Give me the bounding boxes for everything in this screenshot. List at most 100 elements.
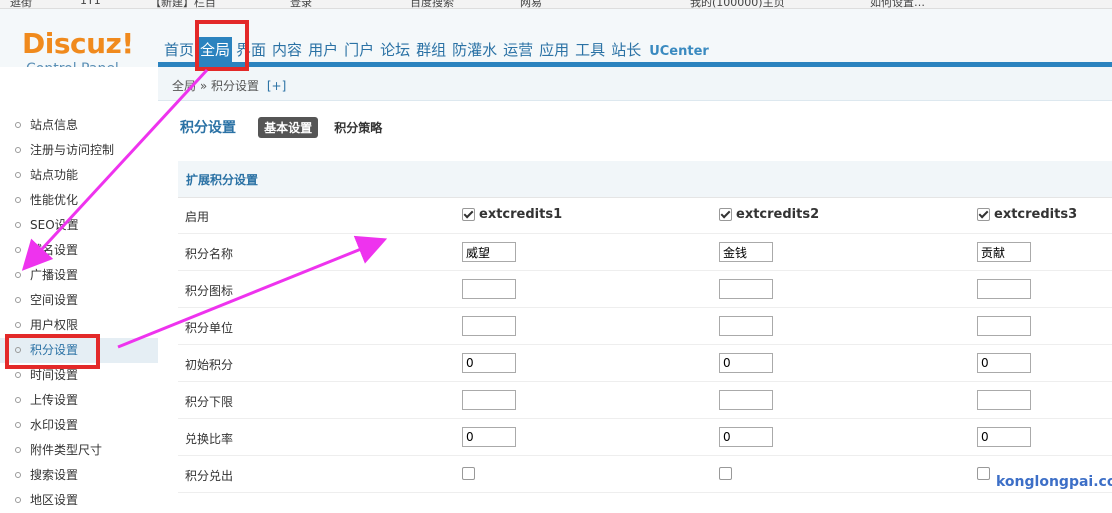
table-row: 积分图标 [178,271,1112,308]
bookmark-item[interactable]: 网易 [520,0,542,8]
sidebar-item-label: 注册与访问控制 [30,143,115,157]
bookmark-item[interactable]: 【新建】栏目 [150,0,216,8]
credits-settings-table: 启用 extcredits1 extcredits2 extcredits3 积分名称积… [178,197,1112,493]
sidebar-item[interactable]: 附件类型尺寸 [0,438,158,463]
table-cell [719,279,773,299]
table-row: 启用 extcredits1 extcredits2 extcredits3 [178,197,1112,234]
sidebar-item[interactable]: 空间设置 [0,288,158,313]
nav-item-10[interactable]: 应用 [537,37,571,63]
bookmark-item[interactable]: 如何设置… [870,0,925,8]
credit-text-input[interactable] [462,427,516,447]
bullet-icon [15,172,21,178]
logo-brand: Discuz! [22,27,134,60]
credit-text-input[interactable] [719,390,773,410]
row-label: 积分图标 [185,284,234,298]
credit-text-input[interactable] [977,390,1031,410]
credit-text-input[interactable] [719,427,773,447]
credit-text-input[interactable] [462,390,516,410]
nav-item-8[interactable]: 防灌水 [450,37,499,63]
row-label: 兑换比率 [185,432,234,446]
credit-text-input[interactable] [719,353,773,373]
breadcrumb-add-shortcut[interactable]: [+] [267,79,286,93]
bookmark-item[interactable]: 我的(100000)主页 [690,0,785,8]
sidebar-item[interactable]: 上传设置 [0,388,158,413]
tab-credit-policy[interactable]: 积分策略 [328,117,388,138]
table-cell [462,353,516,373]
table-cell [977,316,1031,336]
table-cell [977,390,1031,410]
sidebar-item[interactable]: 性能优化 [0,188,158,213]
credit-text-input[interactable] [719,279,773,299]
table-cell [719,466,732,481]
bookmark-item[interactable]: 百度搜索 [410,0,454,8]
enable-checkbox[interactable] [462,208,475,221]
credit-text-input[interactable] [462,353,516,373]
nav-item-11[interactable]: 工具 [573,37,607,63]
enable-checkbox[interactable] [719,208,732,221]
sidebar-item[interactable]: 用户权限 [0,313,158,338]
table-cell [462,316,516,336]
credit-text-input[interactable] [462,316,516,336]
nav-item-6[interactable]: 论坛 [378,37,412,63]
table-cell [462,279,516,299]
sidebar-item[interactable]: 站点信息 [0,113,158,138]
bullet-icon [15,272,21,278]
credit-text-input[interactable] [977,279,1031,299]
credit-text-input[interactable] [719,316,773,336]
nav-item-3[interactable]: 内容 [270,37,304,63]
sidebar-item[interactable]: 搜索设置 [0,463,158,488]
exchange-out-checkbox[interactable] [977,467,990,480]
credit-text-input[interactable] [462,279,516,299]
bullet-icon [15,397,21,403]
bullet-icon [15,197,21,203]
nav-item-4[interactable]: 用户 [306,37,340,63]
nav-item-0[interactable]: 首页 [162,37,196,63]
row-label: 启用 [185,210,210,224]
bookmark-item[interactable]: 登录 [290,0,312,8]
credit-text-input[interactable] [977,316,1031,336]
credit-text-input[interactable] [977,242,1031,262]
bookmark-item[interactable]: 逛街 [10,0,32,8]
watermark: konglongpai.com [996,474,1112,490]
table-cell [719,353,773,373]
section-header: 扩展积分设置 [178,161,1112,198]
table-row: 兑换比率 [178,419,1112,456]
breadcrumb-root[interactable]: 全局 [172,79,196,93]
credit-text-input[interactable] [977,427,1031,447]
nav-item-1[interactable]: 全局 [198,37,233,63]
nav-item-12[interactable]: 站长 [609,37,643,63]
sidebar-item[interactable]: 站点功能 [0,163,158,188]
bookmark-item[interactable]: 1Y1 [80,0,101,7]
exchange-out-checkbox[interactable] [462,467,475,480]
sidebar-item[interactable]: 地区设置 [0,488,158,513]
sidebar-item-label: 广播设置 [30,268,79,282]
bullet-icon [15,222,21,228]
credit-text-input[interactable] [977,353,1031,373]
enable-checkbox[interactable] [977,208,990,221]
table-row: 积分下限 [178,382,1112,419]
sidebar-item-label: 时间设置 [30,368,79,382]
sidebar-item[interactable]: 积分设置 [0,338,158,363]
credit-text-input[interactable] [462,242,516,262]
nav-item-7[interactable]: 群组 [414,37,448,63]
sidebar-item[interactable]: SEO设置 [0,213,158,238]
sidebar-item-label: 用户权限 [30,318,79,332]
sidebar-item-label: 搜索设置 [30,468,79,482]
sidebar-item[interactable]: 域名设置 [0,238,158,263]
nav-item-9[interactable]: 运营 [501,37,535,63]
bullet-icon [15,472,21,478]
breadcrumb-separator: » [199,79,208,93]
bullet-icon [15,147,21,153]
table-cell [462,242,516,262]
tab-basic-settings[interactable]: 基本设置 [258,117,319,138]
sidebar-item[interactable]: 时间设置 [0,363,158,388]
credit-text-input[interactable] [719,242,773,262]
exchange-out-checkbox[interactable] [719,467,732,480]
sidebar-item[interactable]: 注册与访问控制 [0,138,158,163]
nav-item-5[interactable]: 门户 [342,37,376,63]
bullet-icon [15,447,21,453]
nav-item-2[interactable]: 界面 [234,37,268,63]
sidebar-item[interactable]: 广播设置 [0,263,158,288]
sidebar-item[interactable]: 水印设置 [0,413,158,438]
table-cell [719,316,773,336]
